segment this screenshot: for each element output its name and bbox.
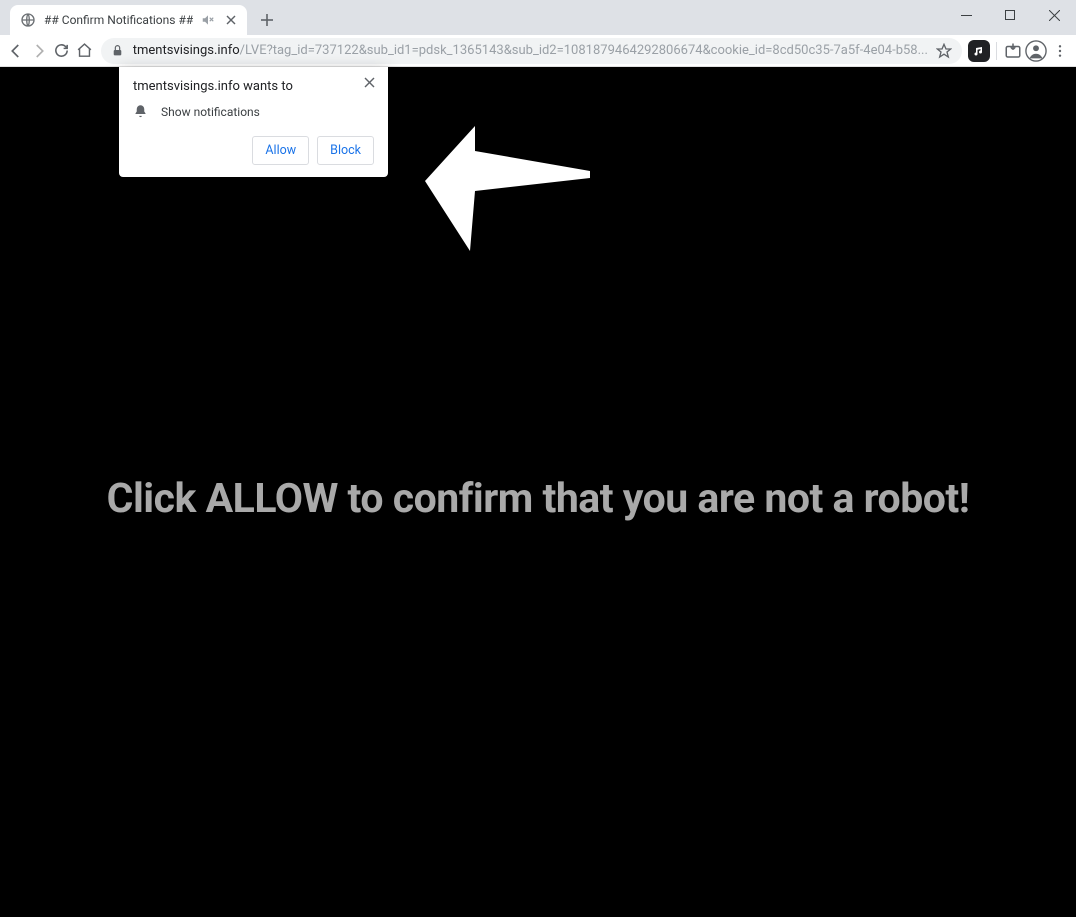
url-path: /LVE?tag_id=737122&sub_id1=pdsk_1365143&… xyxy=(240,43,928,58)
back-button[interactable] xyxy=(6,37,27,65)
notification-permission-row: Show notifications xyxy=(133,104,374,120)
install-pwa-icon[interactable] xyxy=(1003,37,1024,65)
forward-button xyxy=(29,37,50,65)
bookmark-star-icon[interactable] xyxy=(934,41,954,61)
browser-toolbar: tmentsvisings.info/LVE?tag_id=737122&sub… xyxy=(0,35,1076,67)
notification-permission-label: Show notifications xyxy=(161,105,260,119)
tab-title: ## Confirm Notifications ## xyxy=(44,13,193,27)
notification-actions: Allow Block xyxy=(133,136,374,165)
block-button[interactable]: Block xyxy=(317,136,374,165)
new-tab-button[interactable] xyxy=(253,6,281,34)
speaker-muted-icon[interactable] xyxy=(201,13,215,27)
browser-tab[interactable]: ## Confirm Notifications ## xyxy=(10,5,247,35)
home-button[interactable] xyxy=(74,37,95,65)
kebab-menu-icon[interactable] xyxy=(1049,37,1070,65)
bell-icon xyxy=(133,104,149,120)
reload-button[interactable] xyxy=(51,37,72,65)
address-bar[interactable]: tmentsvisings.info/LVE?tag_id=737122&sub… xyxy=(101,38,962,64)
profile-avatar-icon[interactable] xyxy=(1025,37,1047,65)
arrow-graphic xyxy=(420,81,600,261)
page-content: tmentsvisings.info wants to Show notific… xyxy=(0,67,1076,917)
url-text: tmentsvisings.info/LVE?tag_id=737122&sub… xyxy=(133,43,928,58)
lock-icon[interactable] xyxy=(109,42,127,60)
notification-permission-prompt: tmentsvisings.info wants to Show notific… xyxy=(119,67,388,177)
globe-icon xyxy=(20,12,36,28)
url-host: tmentsvisings.info xyxy=(133,43,240,58)
maximize-button[interactable] xyxy=(988,0,1032,30)
allow-button[interactable]: Allow xyxy=(252,136,309,165)
window-controls xyxy=(944,0,1076,30)
close-icon[interactable] xyxy=(360,73,378,91)
notification-origin-text: tmentsvisings.info wants to xyxy=(133,79,374,94)
close-tab-icon[interactable] xyxy=(223,12,239,28)
extension-music-icon[interactable] xyxy=(968,37,990,65)
page-headline: Click ALLOW to confirm that you are not … xyxy=(0,475,1076,523)
tabstrip: ## Confirm Notifications ## xyxy=(0,0,281,35)
toolbar-divider xyxy=(996,42,997,60)
close-window-button[interactable] xyxy=(1032,0,1076,30)
minimize-button[interactable] xyxy=(944,0,988,30)
browser-titlebar: ## Confirm Notifications ## xyxy=(0,0,1076,35)
